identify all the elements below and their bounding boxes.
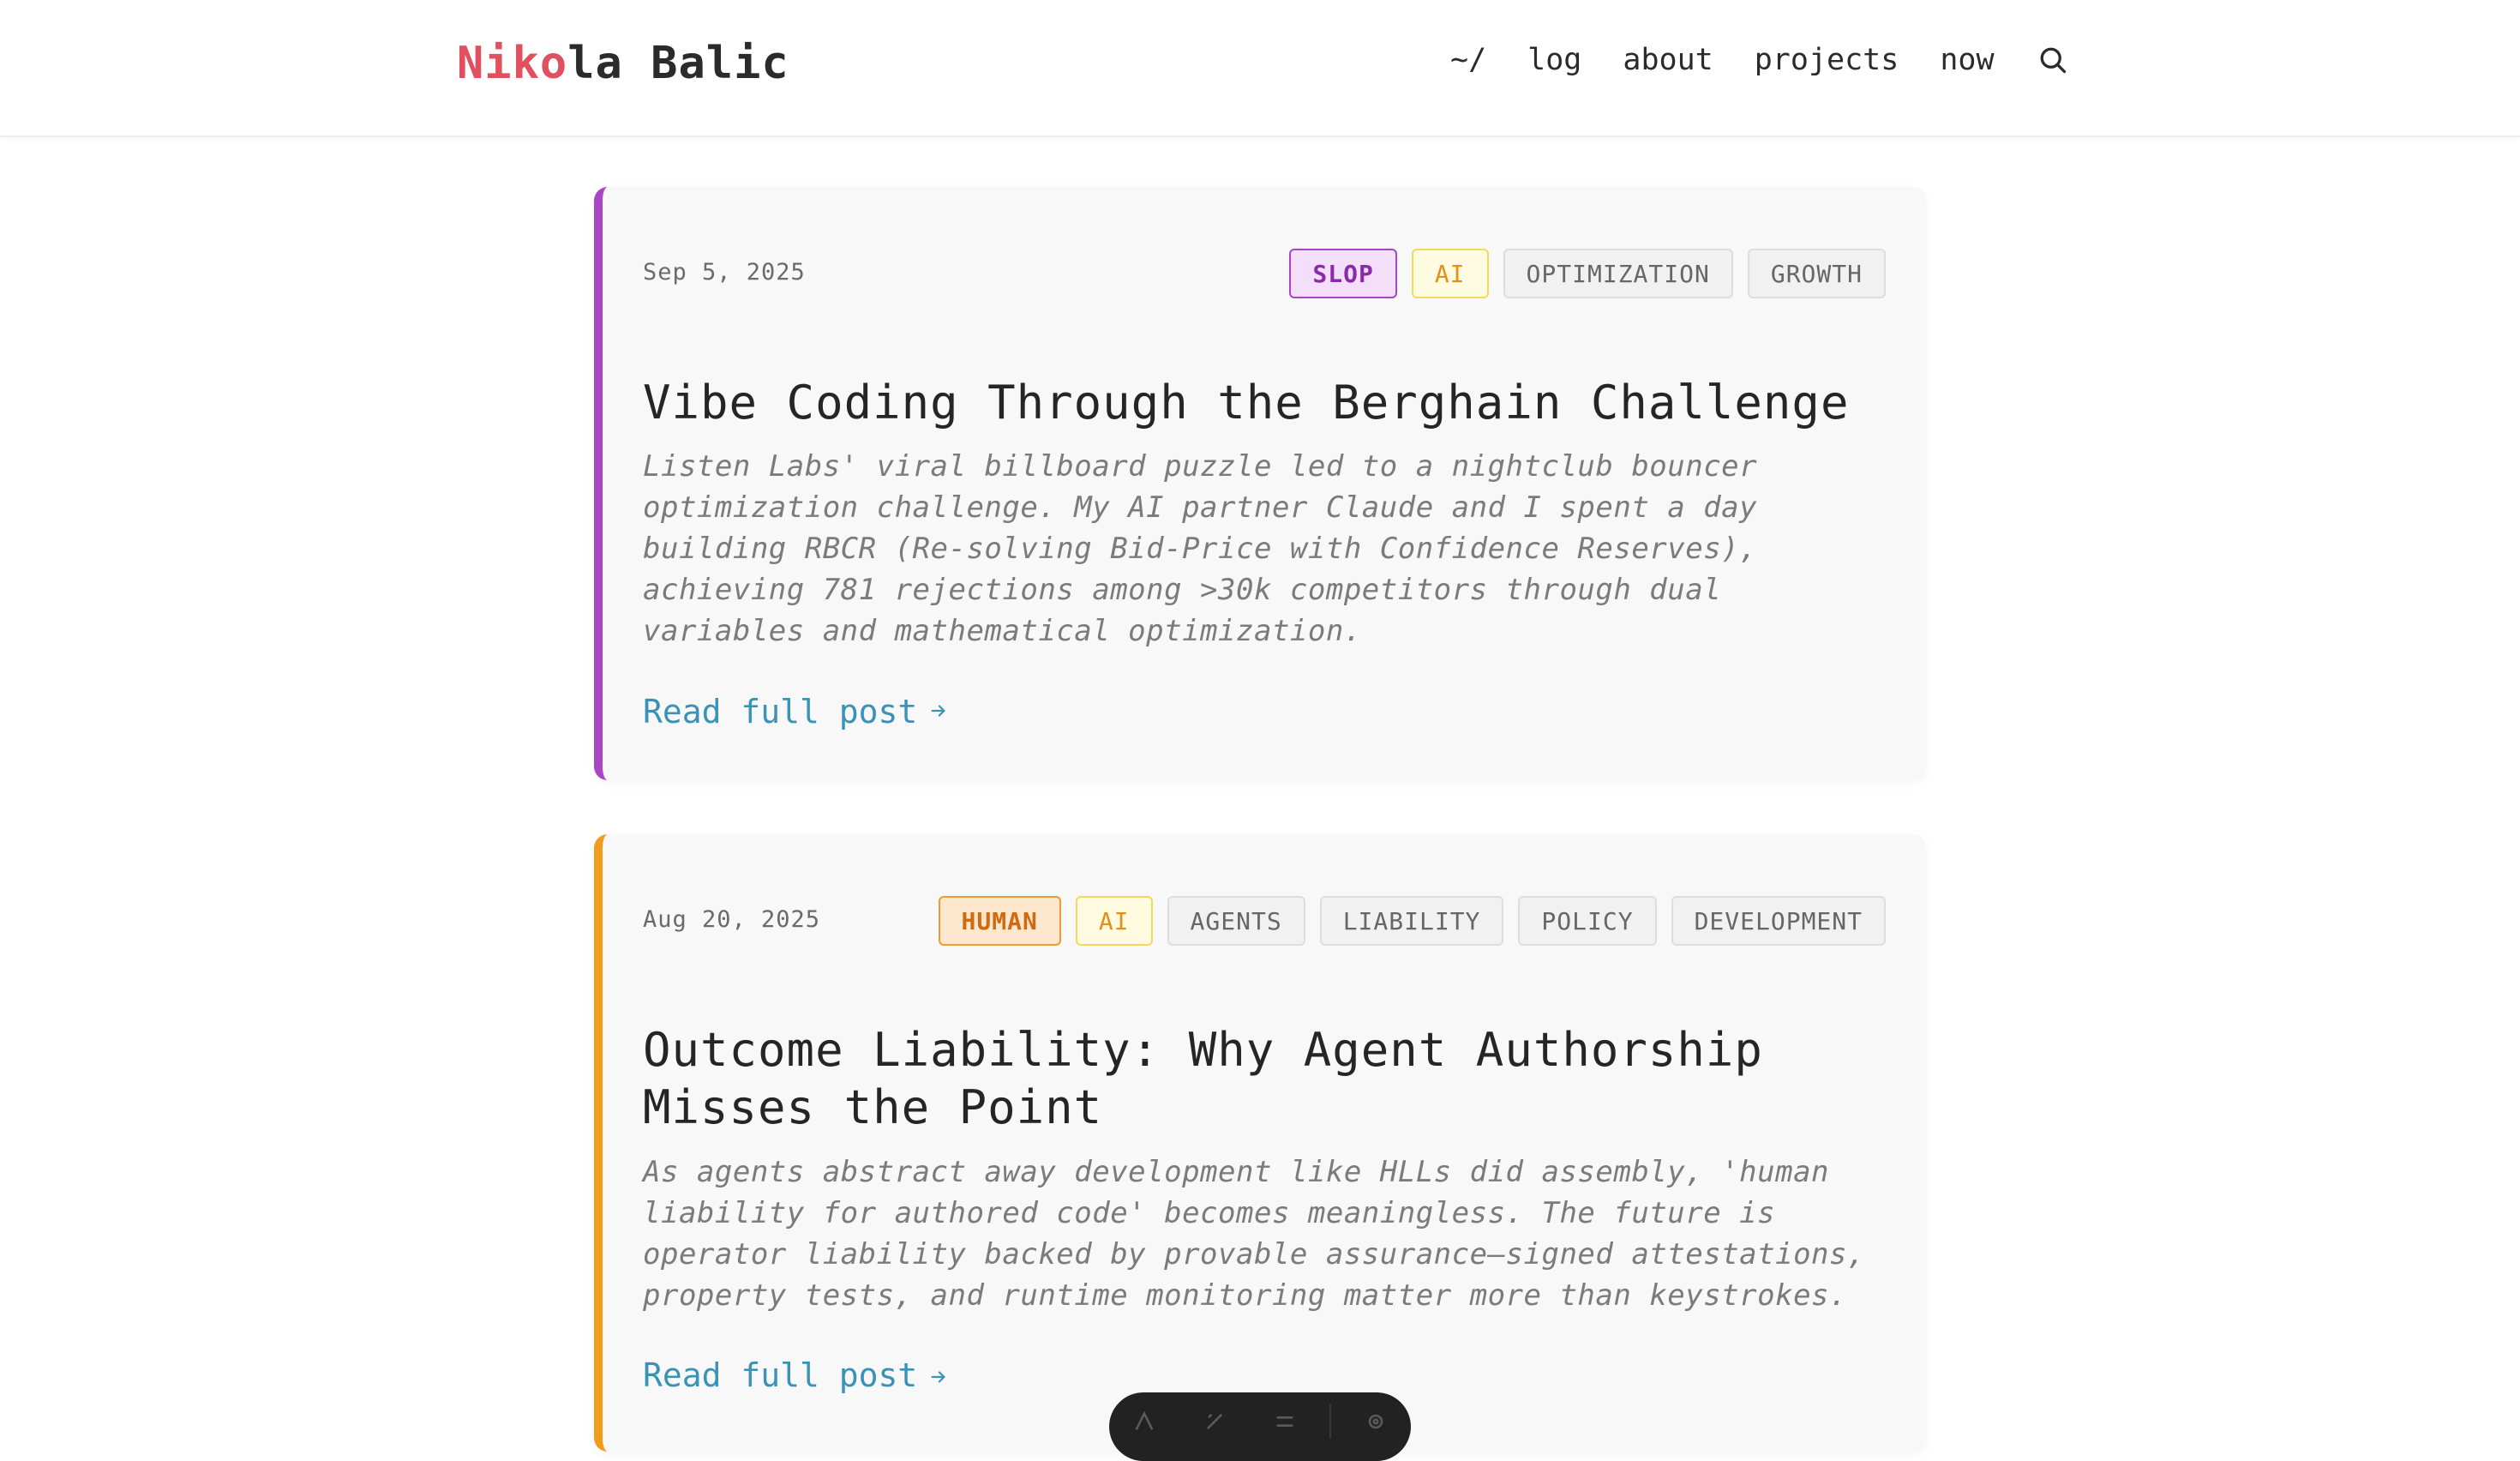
site-header: Nikola Balic ~/ log about projects now	[0, 0, 2520, 137]
toolbar-divider	[1329, 1404, 1331, 1439]
tag-ai[interactable]: AI	[1075, 896, 1153, 946]
post-title[interactable]: Outcome Liability: Why Agent Authorship …	[643, 1021, 1892, 1136]
search-icon[interactable]	[2036, 43, 2070, 77]
arrow-right-icon	[929, 1356, 948, 1394]
read-more-link[interactable]: Read full post	[643, 693, 948, 730]
tag-ai[interactable]: AI	[1411, 249, 1489, 298]
menu-icon[interactable]	[1259, 1404, 1311, 1439]
nav-projects[interactable]: projects	[1755, 43, 1899, 77]
logo-accent: Niko	[457, 38, 568, 89]
tag-growth[interactable]: GROWTH	[1747, 249, 1886, 298]
settings-icon[interactable]	[1350, 1404, 1401, 1439]
read-more-label: Read full post	[643, 693, 918, 730]
tag-slop[interactable]: SLOP	[1289, 249, 1397, 298]
brush-icon[interactable]	[1189, 1404, 1240, 1439]
tag-liability[interactable]: LIABILITY	[1319, 896, 1504, 946]
floating-toolbar	[1109, 1392, 1411, 1461]
post-excerpt: Listen Labs' viral billboard puzzle led …	[643, 449, 1758, 648]
text-size-icon[interactable]	[1119, 1404, 1170, 1439]
arrow-right-icon	[929, 697, 948, 727]
tag-human[interactable]: HUMAN	[938, 896, 1061, 946]
logo-rest: la Balic	[567, 38, 789, 89]
post-card: Sep 5, 2025 SLOP AI OPTIMIZATION GROWTH …	[594, 187, 1926, 780]
read-more-link[interactable]: Read full post	[643, 1356, 948, 1394]
tag-policy[interactable]: POLICY	[1518, 896, 1657, 946]
tag-agents[interactable]: AGENTS	[1167, 896, 1305, 946]
post-date: Sep 5, 2025	[643, 259, 806, 286]
tag-list: SLOP AI OPTIMIZATION GROWTH	[1289, 249, 1886, 298]
nav-now[interactable]: now	[1940, 43, 1994, 77]
post-date: Aug 20, 2025	[643, 906, 821, 933]
tag-list: HUMAN AI AGENTS LIABILITY POLICY DEVELOP…	[938, 896, 1886, 946]
site-logo[interactable]: Nikola Balic	[457, 38, 789, 89]
nav-log[interactable]: log	[1527, 43, 1581, 77]
tag-optimization[interactable]: OPTIMIZATION	[1503, 249, 1733, 298]
tag-development[interactable]: DEVELOPMENT	[1671, 896, 1886, 946]
main-nav: ~/ log about projects now	[1450, 41, 2070, 79]
nav-home[interactable]: ~/	[1450, 43, 1486, 77]
post-title[interactable]: Vibe Coding Through the Berghain Challen…	[643, 374, 1892, 431]
post-excerpt: As agents abstract away development like…	[643, 1155, 1865, 1313]
read-more-label: Read full post	[643, 1356, 918, 1394]
nav-about[interactable]: about	[1623, 43, 1713, 77]
